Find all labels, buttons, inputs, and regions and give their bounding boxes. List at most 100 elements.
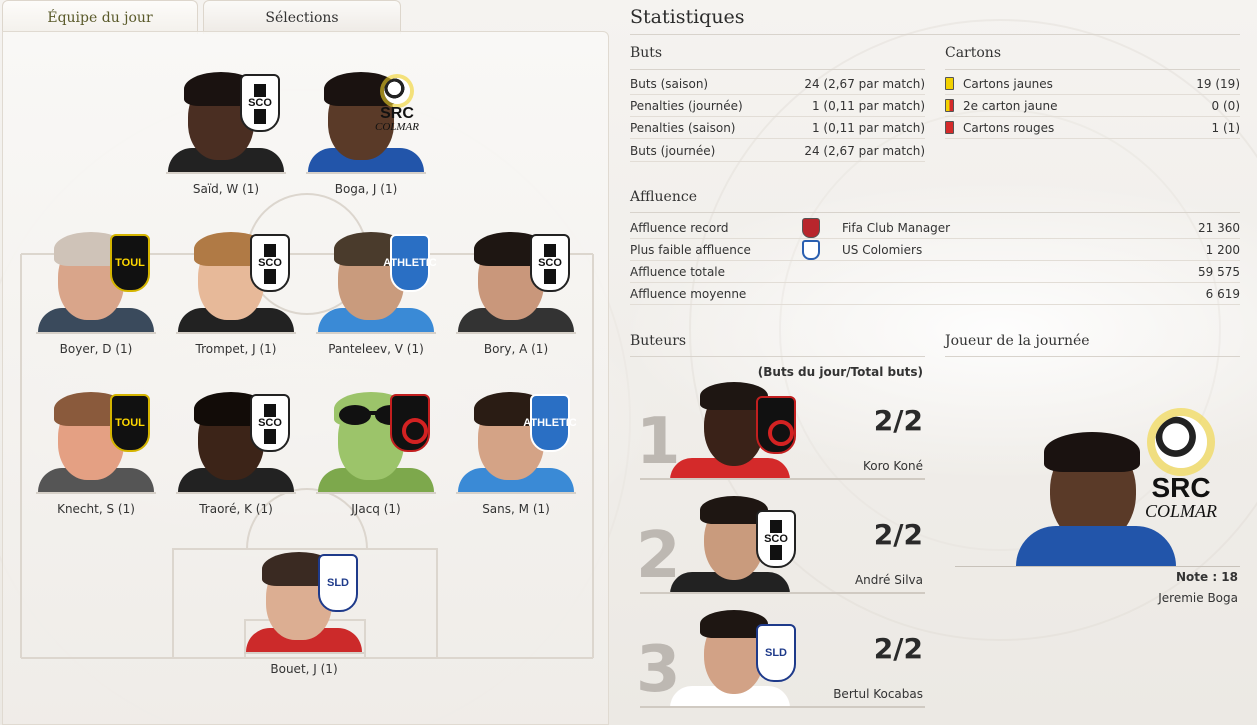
player-name: Traoré, K (1) bbox=[199, 502, 273, 516]
tab-selections[interactable]: Sélections bbox=[203, 0, 401, 34]
club-crest-icon: SLD bbox=[756, 624, 796, 682]
player-portrait: ATHLETIC bbox=[316, 230, 436, 334]
attendance-row: Affluence moyenne 6 619 bbox=[630, 283, 1240, 305]
player-name: Knecht, S (1) bbox=[57, 502, 135, 516]
divider bbox=[945, 69, 1240, 70]
stat-value: 59 575 bbox=[1198, 264, 1240, 279]
player-card[interactable]: JJacq (1) bbox=[315, 390, 437, 516]
divider bbox=[640, 478, 925, 480]
player-name: Bory, A (1) bbox=[483, 342, 549, 356]
club-name[interactable]: US Colomiers bbox=[802, 243, 1206, 257]
player-card[interactable]: ATHLETIC Sans, M (1) bbox=[455, 390, 577, 516]
stat-row: Buts (journée) 24 (2,67 par match) bbox=[630, 140, 925, 162]
scorer-name: Bertul Kocabas bbox=[833, 687, 923, 701]
club-name[interactable]: Fifa Club Manager bbox=[802, 221, 1198, 235]
player-portrait: SCO bbox=[176, 230, 296, 334]
player-card[interactable]: SCO Bory, A (1) bbox=[455, 230, 577, 356]
attendance-row: Plus faible affluence US Colomiers 1 200 bbox=[630, 239, 1240, 261]
club-crest-text: SCO bbox=[256, 257, 284, 269]
player-name: Saïd, W (1) bbox=[192, 182, 260, 196]
player-name: Boyer, D (1) bbox=[59, 342, 133, 356]
club-crest-text: SCO bbox=[256, 417, 284, 429]
player-of-the-day-rating: Note : 18 bbox=[1175, 570, 1238, 584]
club-logo-text: SRC bbox=[380, 105, 414, 122]
divider bbox=[640, 706, 925, 708]
football-icon bbox=[384, 78, 410, 104]
stat-value: 19 (19) bbox=[1196, 76, 1240, 91]
club-crest-icon: SCO bbox=[240, 74, 280, 132]
tab-equipe-du-jour[interactable]: Équipe du jour bbox=[2, 0, 198, 34]
player-name: Panteleev, V (1) bbox=[328, 342, 424, 356]
club-crest-icon: SCO bbox=[756, 510, 796, 568]
player-card[interactable]: SCO Trompet, J (1) bbox=[175, 230, 297, 356]
player-card[interactable]: SCO Traoré, K (1) bbox=[175, 390, 297, 516]
player-card[interactable]: SRC COLMAR Boga, J (1) bbox=[305, 70, 427, 196]
scorer-score: 2/2 bbox=[873, 404, 923, 437]
stats-title: Statistiques bbox=[630, 6, 745, 28]
stat-label: Buts (journée) bbox=[630, 143, 716, 158]
goals-heading: Buts bbox=[630, 45, 663, 61]
club-crest-icon bbox=[390, 394, 430, 452]
stat-value: 1 (0,11 par match) bbox=[811, 98, 925, 113]
src-colmar-logo: SRC COLMAR bbox=[1131, 398, 1231, 528]
club-crest-icon: SLD bbox=[318, 554, 358, 612]
club-crest-text: ATHLETIC bbox=[523, 417, 576, 429]
team-of-the-day-panel: SCO Saïd, W (1) SRC COLMAR Boga, J (1) TO… bbox=[2, 31, 609, 725]
divider bbox=[630, 212, 1240, 213]
stat-label: Buts (saison) bbox=[630, 76, 709, 91]
player-card[interactable]: ATHLETIC Panteleev, V (1) bbox=[315, 230, 437, 356]
club-crest-icon bbox=[802, 240, 820, 260]
stat-label: Affluence moyenne bbox=[630, 286, 747, 301]
attendance-row: Affluence totale 59 575 bbox=[630, 261, 1240, 283]
stat-value: 24 (2,67 par match) bbox=[804, 143, 925, 158]
club-crest-icon: TOUL bbox=[110, 234, 150, 292]
player-name: JJacq (1) bbox=[351, 502, 401, 516]
club-crest-text: TOUL bbox=[115, 417, 145, 429]
club-crest-text: SLD bbox=[327, 577, 349, 589]
stat-value: 1 (1) bbox=[1211, 120, 1240, 135]
scorer-row[interactable]: 1 2/2 Koro Koné bbox=[630, 368, 925, 480]
stat-label: Plus faible affluence bbox=[630, 242, 751, 257]
stat-label: Cartons rouges bbox=[963, 120, 1055, 135]
player-of-the-day-portrait[interactable]: SRC COLMAR bbox=[1016, 398, 1231, 566]
club-logo-text: COLMAR bbox=[1145, 501, 1217, 521]
stat-label: Cartons jaunes bbox=[963, 76, 1053, 91]
stat-row: Penalties (journée) 1 (0,11 par match) bbox=[630, 95, 925, 117]
player-portrait: SCO bbox=[176, 390, 296, 494]
stat-label: Penalties (journée) bbox=[630, 98, 743, 113]
player-card[interactable]: SCO Saïd, W (1) bbox=[165, 70, 287, 196]
stat-value: 1 200 bbox=[1205, 242, 1240, 257]
stat-value: 1 (0,11 par match) bbox=[811, 120, 925, 135]
stat-value: 24 (2,67 par match) bbox=[804, 76, 925, 91]
scorer-row[interactable]: 2 SCO 2/2 André Silva bbox=[630, 482, 925, 594]
player-card[interactable]: TOUL Knecht, S (1) bbox=[35, 390, 157, 516]
divider bbox=[630, 34, 1240, 35]
scorer-portrait: SCO bbox=[670, 496, 800, 594]
attendance-row: Affluence record Fifa Club Manager 21 36… bbox=[630, 217, 1240, 239]
club-crest-text: SCO bbox=[762, 533, 790, 545]
scorer-score: 2/2 bbox=[873, 632, 923, 665]
divider bbox=[640, 592, 925, 594]
player-name: Sans, M (1) bbox=[482, 502, 550, 516]
player-portrait: TOUL bbox=[36, 390, 156, 494]
player-portrait: SCO bbox=[166, 70, 286, 174]
attendance-heading: Affluence bbox=[630, 189, 697, 205]
red-card-icon bbox=[945, 121, 954, 134]
yellow-card-icon bbox=[945, 77, 954, 90]
stat-row: Buts (saison) 24 (2,67 par match) bbox=[630, 73, 925, 95]
stat-row: Cartons rouges 1 (1) bbox=[945, 117, 1240, 139]
club-crest-icon: TOUL bbox=[110, 394, 150, 452]
club-crest-icon: ATHLETIC bbox=[523, 394, 576, 452]
football-icon bbox=[1155, 416, 1207, 468]
club-crest-icon: SCO bbox=[250, 394, 290, 452]
stat-label: Penalties (saison) bbox=[630, 120, 736, 135]
player-card[interactable]: TOUL Boyer, D (1) bbox=[35, 230, 157, 356]
player-card[interactable]: SLD Bouet, J (1) bbox=[243, 550, 365, 676]
scorer-row[interactable]: 3 SLD 2/2 Bertul Kocabas bbox=[630, 596, 925, 708]
scorer-name: Koro Koné bbox=[862, 459, 923, 473]
stat-row: Cartons jaunes 19 (19) bbox=[945, 73, 1240, 95]
stat-label: Affluence record bbox=[630, 220, 729, 235]
player-portrait: SRC COLMAR bbox=[306, 70, 426, 174]
player-portrait bbox=[316, 390, 436, 494]
second-yellow-card-icon bbox=[945, 99, 954, 112]
